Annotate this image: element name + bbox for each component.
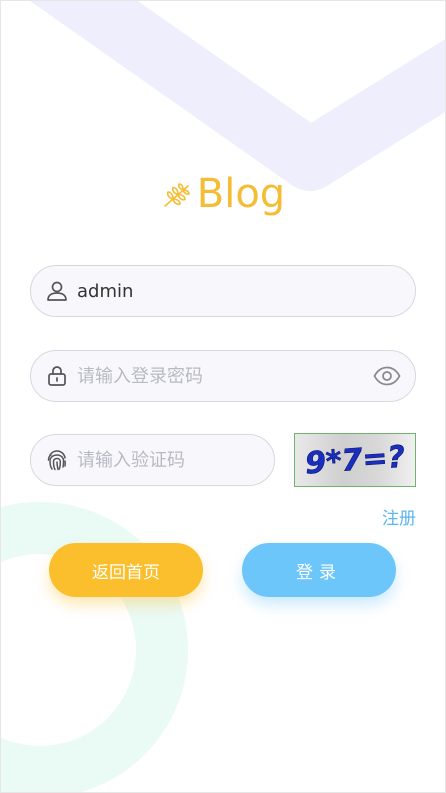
- password-input[interactable]: [77, 351, 357, 401]
- fingerprint-icon: [47, 450, 66, 471]
- eye-icon[interactable]: [373, 364, 401, 388]
- username-input[interactable]: [77, 266, 397, 316]
- captcha-field[interactable]: [30, 434, 275, 486]
- captcha-text: 9*7=?: [304, 440, 406, 482]
- lock-icon: [48, 366, 66, 386]
- wheat-icon: [163, 183, 190, 207]
- captcha-graphic: 9*7=?: [304, 439, 407, 482]
- login-button[interactable]: 登录: [242, 543, 396, 597]
- logo-text: Blog: [196, 171, 286, 217]
- password-field[interactable]: [30, 350, 416, 402]
- captcha-image[interactable]: 9*7=?: [294, 433, 416, 487]
- register-link[interactable]: 注册: [382, 504, 416, 529]
- brand-logo: Blog: [0, 170, 446, 218]
- background-chevron: [28, 0, 446, 191]
- username-field[interactable]: [30, 265, 416, 317]
- captcha-input[interactable]: [77, 435, 257, 485]
- user-icon: [47, 281, 67, 301]
- back-home-button[interactable]: 返回首页: [49, 543, 203, 597]
